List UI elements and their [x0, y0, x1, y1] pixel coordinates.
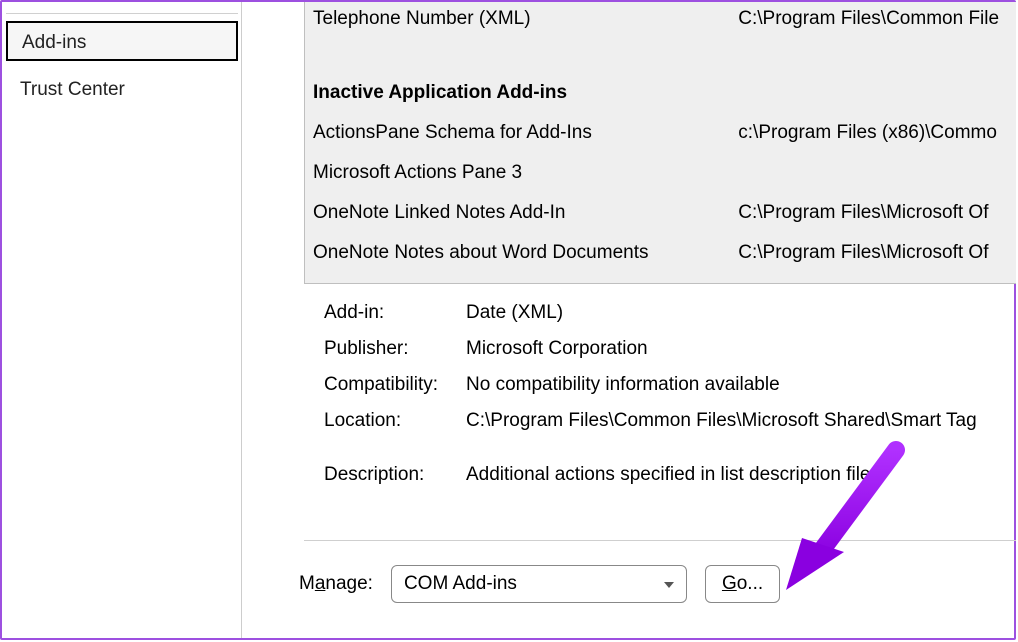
detail-row-compatibility: Compatibility: No compatibility informat…	[324, 370, 1016, 400]
detail-label: Location:	[324, 406, 466, 436]
details-divider	[304, 540, 1016, 541]
detail-label: Add-in:	[324, 298, 466, 328]
addin-row[interactable]: Telephone Number (XML) C:\Program Files\…	[313, 8, 1016, 38]
addin-name: Microsoft Actions Pane 3	[313, 162, 733, 184]
detail-value: Additional actions specified in list des…	[466, 460, 1016, 490]
detail-label: Compatibility:	[324, 370, 466, 400]
addin-row[interactable]: ActionsPane Schema for Add-Ins c:\Progra…	[313, 122, 1016, 152]
go-button[interactable]: Go...	[705, 565, 780, 603]
addin-row[interactable]: Microsoft Actions Pane 3	[313, 162, 1016, 192]
detail-label: Description:	[324, 460, 466, 490]
sidebar-item-label: Trust Center	[20, 79, 125, 100]
detail-value: Date (XML)	[466, 298, 1016, 328]
detail-label: Publisher:	[324, 334, 466, 364]
sidebar-item-label: Add-ins	[22, 32, 86, 53]
detail-value: C:\Program Files\Common Files\Microsoft …	[466, 406, 1016, 436]
manage-bar: Manage: COM Add-ins Go...	[299, 564, 1016, 604]
sidebar-item-trust-center[interactable]: Trust Center	[6, 70, 238, 110]
section-header-label: Inactive Application Add-ins	[313, 82, 567, 103]
detail-row-publisher: Publisher: Microsoft Corporation	[324, 334, 1016, 364]
sidebar-divider	[6, 13, 238, 14]
addin-name: ActionsPane Schema for Add-Ins	[313, 122, 733, 144]
options-sidebar: Add-ins Trust Center	[2, 2, 242, 638]
addin-location: C:\Program Files\Microsoft Of	[738, 242, 988, 264]
manage-dropdown[interactable]: COM Add-ins	[391, 565, 687, 603]
section-header-inactive: Inactive Application Add-ins	[313, 82, 1016, 112]
addin-location: c:\Program Files (x86)\Commo	[738, 122, 997, 144]
sidebar-item-addins[interactable]: Add-ins	[6, 21, 238, 61]
addin-location: C:\Program Files\Microsoft Of	[738, 202, 988, 224]
detail-row-addin: Add-in: Date (XML)	[324, 298, 1016, 328]
addin-row[interactable]: OneNote Notes about Word Documents C:\Pr…	[313, 242, 1016, 272]
addin-details: Add-in: Date (XML) Publisher: Microsoft …	[324, 298, 1016, 496]
manage-label: Manage:	[299, 573, 373, 595]
addin-location: C:\Program Files\Common File	[738, 8, 999, 30]
detail-row-location: Location: C:\Program Files\Common Files\…	[324, 406, 1016, 436]
addin-name: Telephone Number (XML)	[313, 8, 733, 30]
addin-name: OneNote Notes about Word Documents	[313, 242, 733, 264]
manage-dropdown-value: COM Add-ins	[404, 573, 517, 594]
detail-value: Microsoft Corporation	[466, 334, 1016, 364]
detail-value: No compatibility information available	[466, 370, 1016, 400]
main-pane: Telephone Number (XML) C:\Program Files\…	[244, 2, 1016, 638]
addins-list[interactable]: Telephone Number (XML) C:\Program Files\…	[304, 2, 1016, 284]
addin-row[interactable]: OneNote Linked Notes Add-In C:\Program F…	[313, 202, 1016, 232]
addin-name: OneNote Linked Notes Add-In	[313, 202, 733, 224]
detail-row-description: Description: Additional actions specifie…	[324, 460, 1016, 490]
